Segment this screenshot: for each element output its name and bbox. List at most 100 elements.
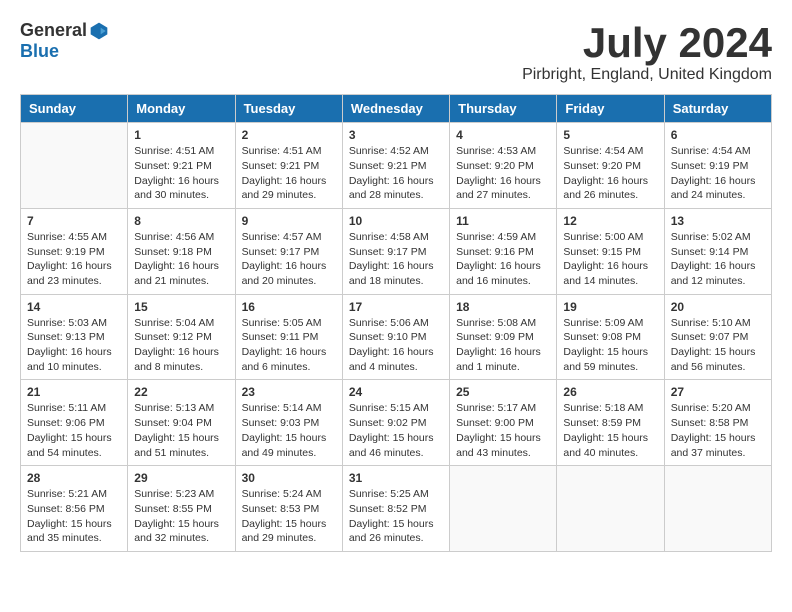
table-row: 28 Sunrise: 5:21 AMSunset: 8:56 PMDaylig… — [21, 466, 128, 552]
table-row: 13 Sunrise: 5:02 AMSunset: 9:14 PMDaylig… — [664, 208, 771, 294]
day-info: Sunrise: 4:56 AMSunset: 9:18 PMDaylight:… — [134, 230, 228, 289]
table-row: 24 Sunrise: 5:15 AMSunset: 9:02 PMDaylig… — [342, 380, 449, 466]
table-row: 17 Sunrise: 5:06 AMSunset: 9:10 PMDaylig… — [342, 294, 449, 380]
day-info: Sunrise: 5:00 AMSunset: 9:15 PMDaylight:… — [563, 230, 657, 289]
table-row: 21 Sunrise: 5:11 AMSunset: 9:06 PMDaylig… — [21, 380, 128, 466]
table-row: 26 Sunrise: 5:18 AMSunset: 8:59 PMDaylig… — [557, 380, 664, 466]
day-info: Sunrise: 4:51 AMSunset: 9:21 PMDaylight:… — [242, 144, 336, 203]
table-row: 12 Sunrise: 5:00 AMSunset: 9:15 PMDaylig… — [557, 208, 664, 294]
table-row: 23 Sunrise: 5:14 AMSunset: 9:03 PMDaylig… — [235, 380, 342, 466]
calendar-week-row: 1 Sunrise: 4:51 AMSunset: 9:21 PMDayligh… — [21, 123, 772, 209]
header-monday: Monday — [128, 95, 235, 123]
table-row: 9 Sunrise: 4:57 AMSunset: 9:17 PMDayligh… — [235, 208, 342, 294]
table-row: 18 Sunrise: 5:08 AMSunset: 9:09 PMDaylig… — [450, 294, 557, 380]
header-wednesday: Wednesday — [342, 95, 449, 123]
day-number: 18 — [456, 300, 550, 314]
day-info: Sunrise: 5:13 AMSunset: 9:04 PMDaylight:… — [134, 401, 228, 460]
table-row: 7 Sunrise: 4:55 AMSunset: 9:19 PMDayligh… — [21, 208, 128, 294]
table-row: 29 Sunrise: 5:23 AMSunset: 8:55 PMDaylig… — [128, 466, 235, 552]
day-info: Sunrise: 5:10 AMSunset: 9:07 PMDaylight:… — [671, 316, 765, 375]
table-row: 27 Sunrise: 5:20 AMSunset: 8:58 PMDaylig… — [664, 380, 771, 466]
day-number: 20 — [671, 300, 765, 314]
day-info: Sunrise: 4:53 AMSunset: 9:20 PMDaylight:… — [456, 144, 550, 203]
table-row: 1 Sunrise: 4:51 AMSunset: 9:21 PMDayligh… — [128, 123, 235, 209]
day-info: Sunrise: 5:02 AMSunset: 9:14 PMDaylight:… — [671, 230, 765, 289]
calendar-week-row: 7 Sunrise: 4:55 AMSunset: 9:19 PMDayligh… — [21, 208, 772, 294]
table-row: 20 Sunrise: 5:10 AMSunset: 9:07 PMDaylig… — [664, 294, 771, 380]
day-info: Sunrise: 5:08 AMSunset: 9:09 PMDaylight:… — [456, 316, 550, 375]
day-info: Sunrise: 5:23 AMSunset: 8:55 PMDaylight:… — [134, 487, 228, 546]
table-row: 11 Sunrise: 4:59 AMSunset: 9:16 PMDaylig… — [450, 208, 557, 294]
day-info: Sunrise: 5:20 AMSunset: 8:58 PMDaylight:… — [671, 401, 765, 460]
day-info: Sunrise: 5:15 AMSunset: 9:02 PMDaylight:… — [349, 401, 443, 460]
table-row — [557, 466, 664, 552]
table-row: 4 Sunrise: 4:53 AMSunset: 9:20 PMDayligh… — [450, 123, 557, 209]
table-row: 3 Sunrise: 4:52 AMSunset: 9:21 PMDayligh… — [342, 123, 449, 209]
logo-general-text: General — [20, 20, 87, 41]
day-number: 24 — [349, 385, 443, 399]
table-row — [450, 466, 557, 552]
day-number: 26 — [563, 385, 657, 399]
calendar-week-row: 14 Sunrise: 5:03 AMSunset: 9:13 PMDaylig… — [21, 294, 772, 380]
day-number: 8 — [134, 214, 228, 228]
table-row: 22 Sunrise: 5:13 AMSunset: 9:04 PMDaylig… — [128, 380, 235, 466]
day-info: Sunrise: 5:03 AMSunset: 9:13 PMDaylight:… — [27, 316, 121, 375]
day-info: Sunrise: 4:51 AMSunset: 9:21 PMDaylight:… — [134, 144, 228, 203]
day-number: 11 — [456, 214, 550, 228]
day-number: 1 — [134, 128, 228, 142]
day-number: 14 — [27, 300, 121, 314]
day-number: 29 — [134, 471, 228, 485]
calendar-week-row: 21 Sunrise: 5:11 AMSunset: 9:06 PMDaylig… — [21, 380, 772, 466]
header-saturday: Saturday — [664, 95, 771, 123]
day-number: 7 — [27, 214, 121, 228]
day-number: 22 — [134, 385, 228, 399]
day-number: 17 — [349, 300, 443, 314]
day-info: Sunrise: 5:17 AMSunset: 9:00 PMDaylight:… — [456, 401, 550, 460]
day-number: 6 — [671, 128, 765, 142]
header-friday: Friday — [557, 95, 664, 123]
logo: General Blue — [20, 20, 109, 62]
day-number: 28 — [27, 471, 121, 485]
month-title: July 2024 — [522, 20, 772, 66]
day-number: 2 — [242, 128, 336, 142]
table-row: 31 Sunrise: 5:25 AMSunset: 8:52 PMDaylig… — [342, 466, 449, 552]
day-number: 31 — [349, 471, 443, 485]
day-info: Sunrise: 5:25 AMSunset: 8:52 PMDaylight:… — [349, 487, 443, 546]
day-number: 21 — [27, 385, 121, 399]
day-number: 3 — [349, 128, 443, 142]
table-row: 19 Sunrise: 5:09 AMSunset: 9:08 PMDaylig… — [557, 294, 664, 380]
calendar-week-row: 28 Sunrise: 5:21 AMSunset: 8:56 PMDaylig… — [21, 466, 772, 552]
table-row — [21, 123, 128, 209]
header-sunday: Sunday — [21, 95, 128, 123]
logo-icon — [89, 21, 109, 41]
header-tuesday: Tuesday — [235, 95, 342, 123]
day-info: Sunrise: 5:21 AMSunset: 8:56 PMDaylight:… — [27, 487, 121, 546]
table-row: 2 Sunrise: 4:51 AMSunset: 9:21 PMDayligh… — [235, 123, 342, 209]
table-row — [664, 466, 771, 552]
day-info: Sunrise: 4:58 AMSunset: 9:17 PMDaylight:… — [349, 230, 443, 289]
location-text: Pirbright, England, United Kingdom — [522, 66, 772, 84]
title-section: July 2024 Pirbright, England, United Kin… — [522, 20, 772, 84]
table-row: 5 Sunrise: 4:54 AMSunset: 9:20 PMDayligh… — [557, 123, 664, 209]
day-info: Sunrise: 5:09 AMSunset: 9:08 PMDaylight:… — [563, 316, 657, 375]
day-info: Sunrise: 5:24 AMSunset: 8:53 PMDaylight:… — [242, 487, 336, 546]
day-info: Sunrise: 5:11 AMSunset: 9:06 PMDaylight:… — [27, 401, 121, 460]
day-info: Sunrise: 4:52 AMSunset: 9:21 PMDaylight:… — [349, 144, 443, 203]
day-number: 25 — [456, 385, 550, 399]
day-info: Sunrise: 4:59 AMSunset: 9:16 PMDaylight:… — [456, 230, 550, 289]
day-number: 23 — [242, 385, 336, 399]
day-info: Sunrise: 4:54 AMSunset: 9:20 PMDaylight:… — [563, 144, 657, 203]
header-thursday: Thursday — [450, 95, 557, 123]
table-row: 15 Sunrise: 5:04 AMSunset: 9:12 PMDaylig… — [128, 294, 235, 380]
day-number: 4 — [456, 128, 550, 142]
page-header: General Blue July 2024 Pirbright, Englan… — [20, 20, 772, 84]
logo-blue-text: Blue — [20, 41, 59, 62]
table-row: 8 Sunrise: 4:56 AMSunset: 9:18 PMDayligh… — [128, 208, 235, 294]
day-info: Sunrise: 5:06 AMSunset: 9:10 PMDaylight:… — [349, 316, 443, 375]
table-row: 6 Sunrise: 4:54 AMSunset: 9:19 PMDayligh… — [664, 123, 771, 209]
day-number: 30 — [242, 471, 336, 485]
table-row: 16 Sunrise: 5:05 AMSunset: 9:11 PMDaylig… — [235, 294, 342, 380]
day-info: Sunrise: 5:14 AMSunset: 9:03 PMDaylight:… — [242, 401, 336, 460]
day-number: 16 — [242, 300, 336, 314]
day-info: Sunrise: 4:54 AMSunset: 9:19 PMDaylight:… — [671, 144, 765, 203]
